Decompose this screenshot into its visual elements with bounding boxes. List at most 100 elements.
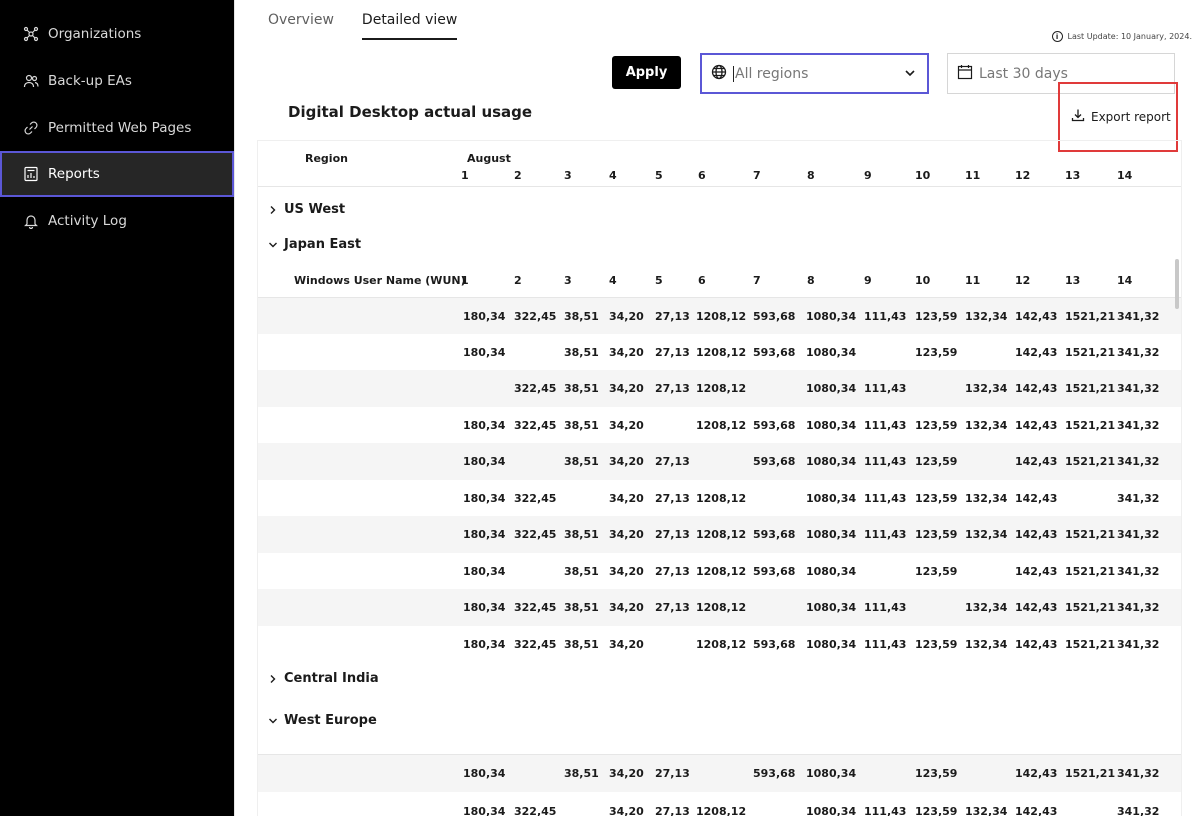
- table-cell: 593,68: [753, 455, 796, 468]
- table-cell: 142,43: [1015, 382, 1058, 395]
- table-cell: 180,34: [463, 310, 506, 323]
- table-cell: 142,43: [1015, 805, 1058, 816]
- group-japan-east[interactable]: Japan East: [268, 237, 361, 252]
- tab-detailed-view[interactable]: Detailed view: [361, 12, 458, 40]
- table-cell: 180,34: [463, 767, 506, 780]
- table-cell: 1080,34: [806, 528, 857, 541]
- sidebar-item-label: Permitted Web Pages: [48, 120, 192, 136]
- table-cell: 34,20: [609, 346, 644, 359]
- table-cell: 180,34: [463, 455, 506, 468]
- link-icon: [22, 119, 40, 137]
- last-update-text: Last Update: 10 January, 2024.: [1067, 32, 1192, 41]
- tab-overview[interactable]: Overview: [268, 12, 334, 40]
- wun-column-header: Windows User Name (WUN): [294, 274, 466, 287]
- table-cell: 111,43: [864, 382, 907, 395]
- table-cell: 38,51: [564, 528, 599, 541]
- table-cell: 34,20: [609, 767, 644, 780]
- group-label: West Europe: [284, 713, 377, 728]
- table-cell: 1521,21: [1065, 565, 1116, 578]
- header-day-8: 8: [807, 169, 815, 182]
- table-cell: 34,20: [609, 565, 644, 578]
- table-cell: 341,32: [1117, 310, 1160, 323]
- table-cell: 1080,34: [806, 346, 857, 359]
- section-title: Digital Desktop actual usage: [288, 103, 533, 121]
- group-central-india[interactable]: Central India: [268, 671, 379, 686]
- table-cell: 322,45: [514, 805, 557, 816]
- header-day-13: 13: [1065, 169, 1081, 182]
- region-select[interactable]: All regions: [700, 53, 929, 94]
- table-cell: 1080,34: [806, 805, 857, 816]
- main-content: Overview Detailed view i Last Update: 10…: [234, 0, 1204, 816]
- table-cell: 180,34: [463, 565, 506, 578]
- table-scrollbar[interactable]: [1175, 259, 1179, 309]
- table-cell: 1208,12: [696, 492, 747, 505]
- sidebar-item-organizations[interactable]: Organizations: [0, 11, 234, 57]
- text-cursor: [733, 65, 734, 82]
- calendar-icon: [957, 64, 973, 84]
- date-range-value: Last 30 days: [979, 65, 1068, 82]
- table-cell: 34,20: [609, 382, 644, 395]
- sidebar-item-permitted-web-pages[interactable]: Permitted Web Pages: [0, 105, 234, 151]
- wun-header-day-11: 11: [965, 274, 981, 287]
- header-day-11: 11: [965, 169, 981, 182]
- header-day-2: 2: [514, 169, 522, 182]
- table-cell: 123,59: [915, 310, 958, 323]
- table-cell: 341,32: [1117, 492, 1160, 505]
- table-cell: 34,20: [609, 455, 644, 468]
- table-cell: 1208,12: [696, 346, 747, 359]
- table-cell: 1521,21: [1065, 346, 1116, 359]
- table-row: 180,34 322,45 34,20 27,13 1208,12 1080,34 111,…: [258, 480, 1181, 516]
- table-row: 180,34 322,45 34,20 27,13 1208,12 1080,34 111,…: [258, 792, 1181, 816]
- sidebar-item-reports[interactable]: Reports: [0, 151, 234, 197]
- table-cell: 593,68: [753, 638, 796, 651]
- table-cell: 27,13: [655, 601, 690, 614]
- apply-button[interactable]: Apply: [612, 56, 681, 89]
- table-cell: 111,43: [864, 638, 907, 651]
- table-cell: 123,59: [915, 638, 958, 651]
- table-cell: 123,59: [915, 455, 958, 468]
- table-cell: 1521,21: [1065, 382, 1116, 395]
- table-cell: 322,45: [514, 382, 557, 395]
- globe-icon: [711, 64, 727, 84]
- table-cell: 111,43: [864, 601, 907, 614]
- sidebar-item-backup-eas[interactable]: Back-up EAs: [0, 58, 234, 104]
- sidebar-item-activity-log[interactable]: Activity Log: [0, 198, 234, 244]
- table-cell: 132,34: [965, 310, 1008, 323]
- table-cell: 1080,34: [806, 638, 857, 651]
- table-row: 180,34 322,45 38,51 34,20 1208,12 593,68 1080,…: [258, 407, 1181, 443]
- group-label: Japan East: [284, 237, 362, 252]
- table-cell: 111,43: [864, 805, 907, 816]
- month-header: August: [467, 152, 511, 165]
- table-cell: 1521,21: [1065, 528, 1116, 541]
- table-cell: 1521,21: [1065, 767, 1116, 780]
- group-west-europe[interactable]: West Europe: [268, 713, 377, 728]
- table-cell: 27,13: [655, 455, 690, 468]
- table-cell: 38,51: [564, 565, 599, 578]
- table-cell: 180,34: [463, 528, 506, 541]
- table-cell: 132,34: [965, 805, 1008, 816]
- table-cell: 341,32: [1117, 767, 1160, 780]
- export-report-button[interactable]: Export report: [1071, 108, 1171, 125]
- header-day-7: 7: [753, 169, 761, 182]
- table-cell: 132,34: [965, 492, 1008, 505]
- table-cell: 132,34: [965, 419, 1008, 432]
- table-cell: 1080,34: [806, 455, 857, 468]
- table-cell: 341,32: [1117, 382, 1160, 395]
- table-cell: 593,68: [753, 565, 796, 578]
- table-cell: 142,43: [1015, 492, 1058, 505]
- group-us-west[interactable]: US West: [268, 202, 345, 217]
- table-cell: 27,13: [655, 382, 690, 395]
- table-cell: 38,51: [564, 419, 599, 432]
- table-cell: 341,32: [1117, 419, 1160, 432]
- table-row: 180,34 38,51 34,20 27,13 1208,12 593,68 1080,3…: [258, 553, 1181, 589]
- users-icon: [22, 72, 40, 90]
- table-cell: 341,32: [1117, 528, 1160, 541]
- table-cell: 142,43: [1015, 601, 1058, 614]
- table-cell: 34,20: [609, 805, 644, 816]
- table-cell: 27,13: [655, 805, 690, 816]
- table-cell: 142,43: [1015, 419, 1058, 432]
- bell-icon: [22, 212, 40, 230]
- table-row: 180,34 322,45 38,51 34,20 1208,12 593,68 1080,…: [258, 626, 1181, 662]
- header-day-10: 10: [915, 169, 931, 182]
- organizations-icon: [22, 25, 40, 43]
